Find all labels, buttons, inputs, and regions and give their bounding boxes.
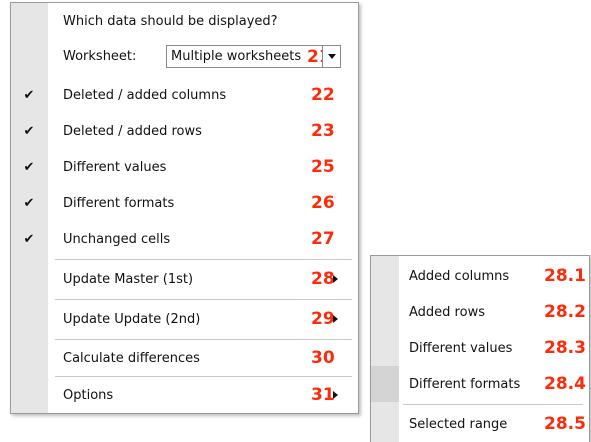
menu-item-label: Update Update (2nd) — [63, 311, 201, 327]
menu-item-label: Update Master (1st) — [63, 271, 194, 287]
check-icon: ✔ — [23, 231, 35, 247]
menu-item-unchanged-cells[interactable]: ✔ Unchanged cells 27 — [11, 221, 358, 257]
check-icon: ✔ — [23, 195, 35, 211]
check-icon: ✔ — [23, 123, 35, 139]
context-menu: Which data should be displayed? Workshee… — [10, 2, 359, 414]
annotation-number: 27 — [311, 229, 335, 249]
annotation-number: 26 — [311, 193, 335, 213]
menu-item-different-values[interactable]: ✔ Different values 25 — [11, 149, 358, 185]
menu-item-label: Options — [63, 387, 114, 403]
annotation-number: 29 — [311, 309, 335, 329]
menu-separator — [55, 259, 352, 260]
menu-item-deleted-added-rows[interactable]: ✔ Deleted / added rows 23 — [11, 113, 358, 149]
menu-item-label: Different formats — [409, 376, 521, 392]
annotation-number: 28.2 — [544, 302, 586, 322]
worksheet-row: Worksheet: Multiple worksheets 21 — [11, 39, 358, 73]
menu-item-label: Added columns — [409, 268, 510, 284]
menu-item-label: Deleted / added columns — [63, 87, 227, 103]
submenu-item-different-formats[interactable]: Different formats 28.4 — [371, 366, 589, 402]
annotation-number: 28.1 — [544, 266, 586, 286]
chevron-down-icon — [328, 54, 336, 59]
menu-item-label: Calculate differences — [63, 350, 200, 366]
submenu-item-selected-range[interactable]: Selected range 28.5 — [371, 406, 589, 442]
menu-item-deleted-added-columns[interactable]: ✔ Deleted / added columns 22 — [11, 77, 358, 113]
submenu-arrow-icon — [333, 391, 338, 399]
annotation-number: 28 — [311, 269, 335, 289]
menu-item-label: Selected range — [409, 416, 508, 432]
submenu-arrow-icon — [333, 275, 338, 283]
menu-separator — [55, 339, 352, 340]
menu-item-different-formats[interactable]: ✔ Different formats 26 — [11, 185, 358, 221]
menu-header: Which data should be displayed? — [11, 5, 358, 37]
menu-item-label: Deleted / added rows — [63, 123, 202, 139]
update-master-submenu: Added columns 28.1 Added rows 28.2 Diffe… — [370, 255, 590, 442]
check-icon: ✔ — [23, 87, 35, 103]
annotation-number: 28.5 — [544, 414, 586, 434]
worksheet-select-value: Multiple worksheets — [171, 49, 302, 64]
dropdown-button[interactable] — [322, 46, 340, 67]
menu-item-options[interactable]: Options 31 — [11, 377, 358, 413]
submenu-arrow-icon — [333, 315, 338, 323]
menu-item-calculate-differences[interactable]: Calculate differences 30 — [11, 341, 358, 375]
menu-separator — [403, 404, 583, 405]
menu-separator — [55, 299, 352, 300]
annotation-number: 31 — [311, 385, 335, 405]
check-icon: ✔ — [23, 159, 35, 175]
menu-item-update-master[interactable]: Update Master (1st) 28 — [11, 261, 358, 297]
menu-item-label: Added rows — [409, 304, 485, 320]
worksheet-label: Worksheet: — [63, 48, 137, 64]
submenu-item-added-columns[interactable]: Added columns 28.1 — [371, 258, 589, 294]
menu-header-text: Which data should be displayed? — [63, 13, 278, 29]
menu-item-label: Different values — [409, 340, 513, 356]
menu-item-label: Different values — [63, 159, 167, 175]
submenu-item-added-rows[interactable]: Added rows 28.2 — [371, 294, 589, 330]
annotation-number: 28.4 — [544, 374, 586, 394]
annotation-number: 22 — [311, 85, 335, 105]
menu-item-label: Different formats — [63, 195, 175, 211]
worksheet-select[interactable]: Multiple worksheets 21 — [166, 45, 341, 68]
submenu-item-different-values[interactable]: Different values 28.3 — [371, 330, 589, 366]
annotation-number: 28.3 — [544, 338, 586, 358]
menu-item-label: Unchanged cells — [63, 231, 171, 247]
annotation-number: 30 — [311, 348, 335, 368]
annotation-number: 25 — [311, 157, 335, 177]
annotation-number: 23 — [311, 121, 335, 141]
menu-item-update-update[interactable]: Update Update (2nd) 29 — [11, 301, 358, 337]
